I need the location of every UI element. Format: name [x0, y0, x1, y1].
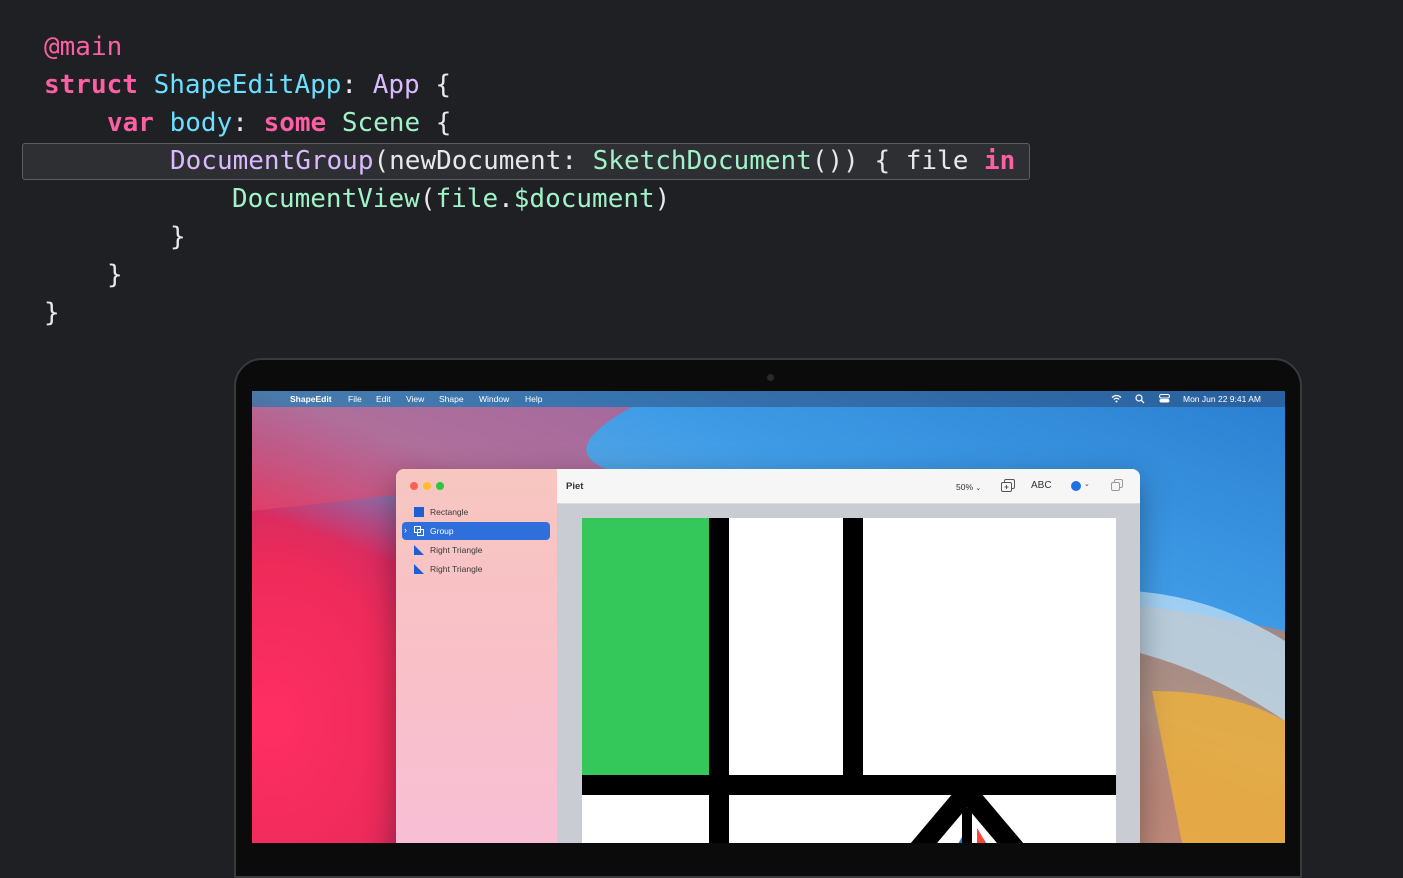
close-brace: } — [44, 298, 60, 328]
sidebar: Rectangle › Group Right Triangle Right T… — [396, 469, 557, 843]
code-line-3: var body: some Scene { — [107, 104, 451, 142]
member: $document — [513, 184, 655, 214]
dot: . — [498, 184, 514, 214]
code-line-1: @main — [44, 28, 122, 66]
duplicate-icon[interactable] — [1111, 479, 1123, 491]
menu-clock[interactable]: Mon Jun 22 9:41 AM — [1183, 394, 1261, 404]
menu-window[interactable]: Window — [479, 394, 509, 404]
colon: : — [341, 70, 358, 100]
camera-icon — [767, 374, 774, 381]
code-line-2: struct ShapeEditApp: App { — [44, 66, 451, 104]
add-shape-icon[interactable] — [1001, 479, 1015, 492]
chevron-right-icon[interactable]: › — [404, 525, 407, 535]
text-tool-button[interactable]: ABC — [1031, 480, 1052, 491]
code-line-5: DocumentView(file.$document) — [232, 180, 670, 218]
color-well[interactable] — [1071, 481, 1081, 491]
zoom-value: 50% — [956, 482, 974, 492]
chevron-down-icon: ⌄ — [975, 485, 982, 492]
closure-param: file — [905, 146, 969, 176]
triangle-icon — [414, 545, 424, 555]
sidebar-item-label: Rectangle — [430, 507, 469, 517]
code-line-7: } — [107, 256, 123, 294]
sidebar-item-rectangle[interactable]: Rectangle — [402, 503, 550, 521]
piet-artboard[interactable] — [582, 518, 1116, 843]
variable: file — [435, 184, 499, 214]
property-name: body — [169, 108, 233, 138]
menu-edit[interactable]: Edit — [376, 394, 391, 404]
type-name: Scene — [341, 108, 421, 138]
keyword: in — [984, 146, 1016, 176]
sidebar-item-right-triangle[interactable]: Right Triangle — [402, 541, 550, 559]
open-brace: { — [435, 108, 452, 138]
menu-view[interactable]: View — [406, 394, 424, 404]
colon: : — [561, 146, 577, 176]
sidebar-item-label: Group — [430, 526, 454, 536]
type-name: SketchDocument — [592, 146, 812, 176]
wifi-icon[interactable] — [1111, 394, 1122, 403]
zoom-popup[interactable]: 50% ⌄ — [956, 482, 981, 492]
black-bar-vertical[interactable] — [843, 518, 863, 775]
minimize-button[interactable] — [423, 482, 431, 490]
sidebar-item-group[interactable]: › Group — [402, 522, 550, 540]
main-attribute: @main — [44, 32, 123, 62]
keyword: some — [263, 108, 327, 138]
search-icon[interactable] — [1135, 394, 1145, 404]
open-brace: { — [874, 146, 891, 176]
close-brace: } — [107, 260, 123, 290]
close-button[interactable] — [410, 482, 418, 490]
menu-help[interactable]: Help — [525, 394, 542, 404]
close-brace: } — [170, 222, 186, 252]
control-center-icon[interactable] — [1159, 394, 1170, 403]
protocol-name: App — [372, 70, 420, 100]
paren: ) — [654, 184, 671, 214]
toolbar: Piet 50% ⌄ ABC ⌄ — [557, 469, 1140, 504]
paren: ( — [419, 184, 436, 214]
code-line-8: } — [44, 294, 60, 332]
group-icon — [414, 526, 424, 536]
argument-label: newDocument — [389, 146, 562, 176]
menu-file[interactable]: File — [348, 394, 362, 404]
sidebar-item-right-triangle[interactable]: Right Triangle — [402, 560, 550, 578]
zoom-button[interactable] — [436, 482, 444, 490]
canvas-area — [557, 504, 1140, 843]
type-name: ShapeEditApp — [153, 70, 342, 100]
square-icon — [414, 507, 424, 517]
menu-app-name[interactable]: ShapeEdit — [290, 394, 332, 404]
triangle-group[interactable] — [882, 788, 1062, 843]
paren: ( — [373, 146, 390, 176]
green-rectangle[interactable] — [582, 518, 709, 775]
keyword: var — [107, 108, 154, 138]
document-title: Piet — [566, 481, 584, 492]
sidebar-item-label: Right Triangle — [430, 545, 483, 555]
chevron-down-icon[interactable]: ⌄ — [1084, 480, 1090, 488]
paren: ()) — [811, 146, 859, 176]
menu-bar: ShapeEdit File Edit View Shape Window He… — [252, 391, 1285, 407]
keyword: struct — [44, 70, 138, 100]
sidebar-item-label: Right Triangle — [430, 564, 483, 574]
code-line-6: } — [170, 218, 186, 256]
function-call: DocumentGroup — [170, 146, 374, 176]
colon: : — [232, 108, 248, 138]
code-line-4: DocumentGroup(newDocument: SketchDocumen… — [170, 142, 1015, 180]
app-window: Rectangle › Group Right Triangle Right T… — [396, 469, 1140, 843]
function-call: DocumentView — [232, 184, 420, 214]
menu-shape[interactable]: Shape — [439, 394, 464, 404]
triangle-icon — [414, 564, 424, 574]
mac-desktop: ShapeEdit File Edit View Shape Window He… — [252, 391, 1285, 843]
open-brace: { — [435, 70, 452, 100]
